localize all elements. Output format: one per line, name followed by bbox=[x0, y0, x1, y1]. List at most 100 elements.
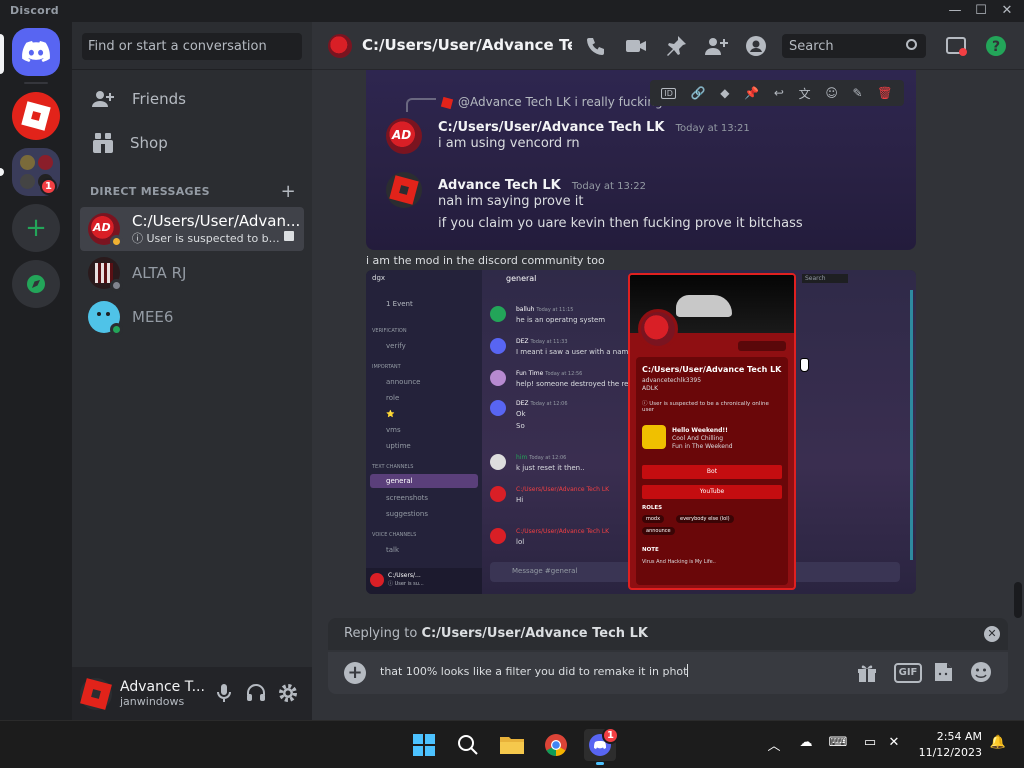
header-avatar bbox=[328, 34, 352, 58]
search-button[interactable] bbox=[452, 729, 484, 761]
chat-search-input[interactable] bbox=[782, 34, 926, 58]
start-button[interactable] bbox=[408, 729, 440, 761]
chrome-button[interactable] bbox=[540, 729, 572, 761]
user-avatar[interactable] bbox=[80, 677, 112, 710]
tray-volume[interactable]: ✕ bbox=[884, 735, 904, 755]
show-hidden-icons-button[interactable]: ︿ bbox=[764, 735, 784, 755]
copy-id-icon[interactable]: ID bbox=[661, 87, 676, 99]
delete-icon[interactable]: 🗑 bbox=[877, 86, 892, 100]
dm-item-advance-tech[interactable]: AD C:/Users/User/Advan... ⓘ User is susp… bbox=[80, 207, 304, 251]
server-folder[interactable]: 1 bbox=[12, 148, 60, 196]
upload-button[interactable]: + bbox=[344, 662, 366, 684]
profile-youtube-button: YouTube bbox=[642, 485, 782, 499]
embedded-event: 1 Event bbox=[386, 300, 413, 308]
translate-icon[interactable]: 文 bbox=[799, 85, 811, 102]
embedded-user-name: C:/Users/... bbox=[388, 572, 421, 579]
roblox-logo-icon bbox=[389, 175, 419, 205]
tag-icon[interactable]: ◆ bbox=[720, 86, 729, 100]
avatar bbox=[88, 301, 123, 336]
video-call-button[interactable] bbox=[624, 34, 648, 58]
windows-taskbar: 1 ︿ ☁ ⌨ ▭ ✕ 2:54 AM 11/12/2023 🔔 bbox=[0, 720, 1024, 768]
embedded-time: Today at 11:15 bbox=[536, 307, 574, 313]
sticker-button[interactable] bbox=[932, 661, 956, 685]
home-dm-button[interactable] bbox=[12, 28, 60, 76]
deafen-button[interactable] bbox=[244, 681, 268, 705]
reply-icon[interactable]: ↩ bbox=[774, 86, 784, 100]
bell-icon: 🔔 bbox=[989, 735, 1007, 750]
discord-taskbar-button[interactable]: 1 bbox=[584, 727, 619, 765]
voice-call-button[interactable] bbox=[584, 34, 608, 58]
roblox-logo-icon bbox=[80, 677, 112, 710]
server-thumb-icon bbox=[19, 154, 35, 170]
chat-scrollbar-thumb[interactable] bbox=[1014, 582, 1022, 618]
tray-display[interactable]: ▭ bbox=[860, 735, 880, 755]
dm-item-mee6[interactable]: MEE6 bbox=[80, 295, 304, 339]
edit-icon[interactable]: ✎ bbox=[853, 86, 863, 100]
embedded-user-panel: C:/Users/... ⓘ User is su... bbox=[366, 568, 482, 594]
add-friend-icon bbox=[705, 38, 728, 55]
gif-button[interactable]: GIF bbox=[894, 663, 922, 683]
cloud-off-icon: ☁ bbox=[799, 735, 813, 750]
headphones-icon bbox=[247, 684, 265, 701]
dm-status: ⓘ User is suspected to be... bbox=[132, 232, 282, 245]
message-text: if you claim yo uare kevin then fucking … bbox=[438, 216, 803, 231]
tray-keyboard[interactable]: ⌨ bbox=[828, 735, 848, 755]
inbox-icon bbox=[946, 37, 967, 56]
note-icon bbox=[284, 231, 294, 241]
mute-button[interactable] bbox=[212, 681, 236, 705]
plus-icon: + bbox=[25, 213, 47, 243]
system-clock[interactable]: 2:54 AM 11/12/2023 bbox=[912, 729, 982, 761]
profile-badges bbox=[738, 341, 786, 351]
nav-friends[interactable]: Friends bbox=[80, 78, 304, 120]
message-timestamp: Today at 13:22 bbox=[571, 181, 646, 192]
create-dm-button[interactable]: + bbox=[281, 181, 296, 202]
help-button[interactable]: ? bbox=[984, 34, 1008, 58]
nav-shop[interactable]: Shop bbox=[80, 122, 304, 164]
pinned-messages-button[interactable] bbox=[664, 34, 688, 58]
embedded-search: Search bbox=[802, 274, 848, 283]
message-text: i am using vencord rn bbox=[438, 136, 580, 151]
explore-servers-button[interactable] bbox=[12, 260, 60, 308]
notifications-button[interactable]: 🔔 bbox=[988, 735, 1008, 755]
link-icon[interactable]: 🔗 bbox=[691, 86, 706, 100]
unread-badge: 1 bbox=[40, 178, 57, 195]
message-author[interactable]: C:/Users/User/Advance Tech LK bbox=[438, 120, 664, 135]
sticker-icon bbox=[935, 663, 952, 681]
add-friends-button[interactable] bbox=[704, 34, 728, 58]
tray-network[interactable]: ☁ bbox=[796, 735, 816, 755]
close-button[interactable]: ✕ bbox=[996, 2, 1018, 20]
embedded-author: him bbox=[516, 454, 528, 461]
dm-search-input[interactable] bbox=[82, 33, 302, 60]
message-timestamp: Today at 13:21 bbox=[675, 123, 750, 134]
attached-image-2[interactable]: dgx 1 Event VERIFICATION verify IMPORTAN… bbox=[366, 270, 916, 594]
dm-search-container bbox=[72, 22, 312, 70]
embedded-user-status: ⓘ User is su... bbox=[388, 581, 424, 587]
message-author[interactable]: Advance Tech LK bbox=[438, 178, 561, 193]
taskbar-badge: 1 bbox=[602, 727, 619, 744]
embedded-author: Fun Time bbox=[516, 370, 544, 377]
react-icon[interactable]: ☺ bbox=[825, 86, 838, 100]
message-input[interactable]: that 100% looks like a filter you did to… bbox=[380, 664, 689, 678]
window-titlebar: Discord — ☐ ✕ bbox=[0, 0, 1024, 22]
selected-indicator bbox=[0, 34, 4, 74]
add-server-button[interactable]: + bbox=[12, 204, 60, 252]
server-rail: 1 + bbox=[0, 22, 72, 720]
profile-activity-line: Cool And Chilling bbox=[672, 435, 723, 442]
emoji-button[interactable] bbox=[970, 661, 994, 685]
pin-icon[interactable]: 📌 bbox=[744, 86, 759, 100]
embedded-user-avatar bbox=[370, 573, 384, 587]
maximize-button[interactable]: ☐ bbox=[970, 2, 992, 20]
monitor-icon: ▭ bbox=[863, 735, 877, 750]
online-status-icon bbox=[110, 323, 123, 336]
inbox-button[interactable] bbox=[944, 34, 968, 58]
cancel-reply-button[interactable]: ✕ bbox=[984, 626, 1000, 642]
server-roblox[interactable] bbox=[12, 92, 60, 140]
embedded-cat: TEXT CHANNELS bbox=[372, 464, 414, 470]
gift-button[interactable] bbox=[856, 661, 880, 685]
minimize-button[interactable]: — bbox=[944, 2, 966, 20]
user-settings-button[interactable] bbox=[276, 681, 300, 705]
embedded-channel: uptime bbox=[386, 442, 411, 450]
user-profile-button[interactable] bbox=[744, 34, 768, 58]
dm-item-alta-rj[interactable]: ALTA RJ bbox=[80, 251, 304, 295]
file-explorer-button[interactable] bbox=[496, 729, 528, 761]
